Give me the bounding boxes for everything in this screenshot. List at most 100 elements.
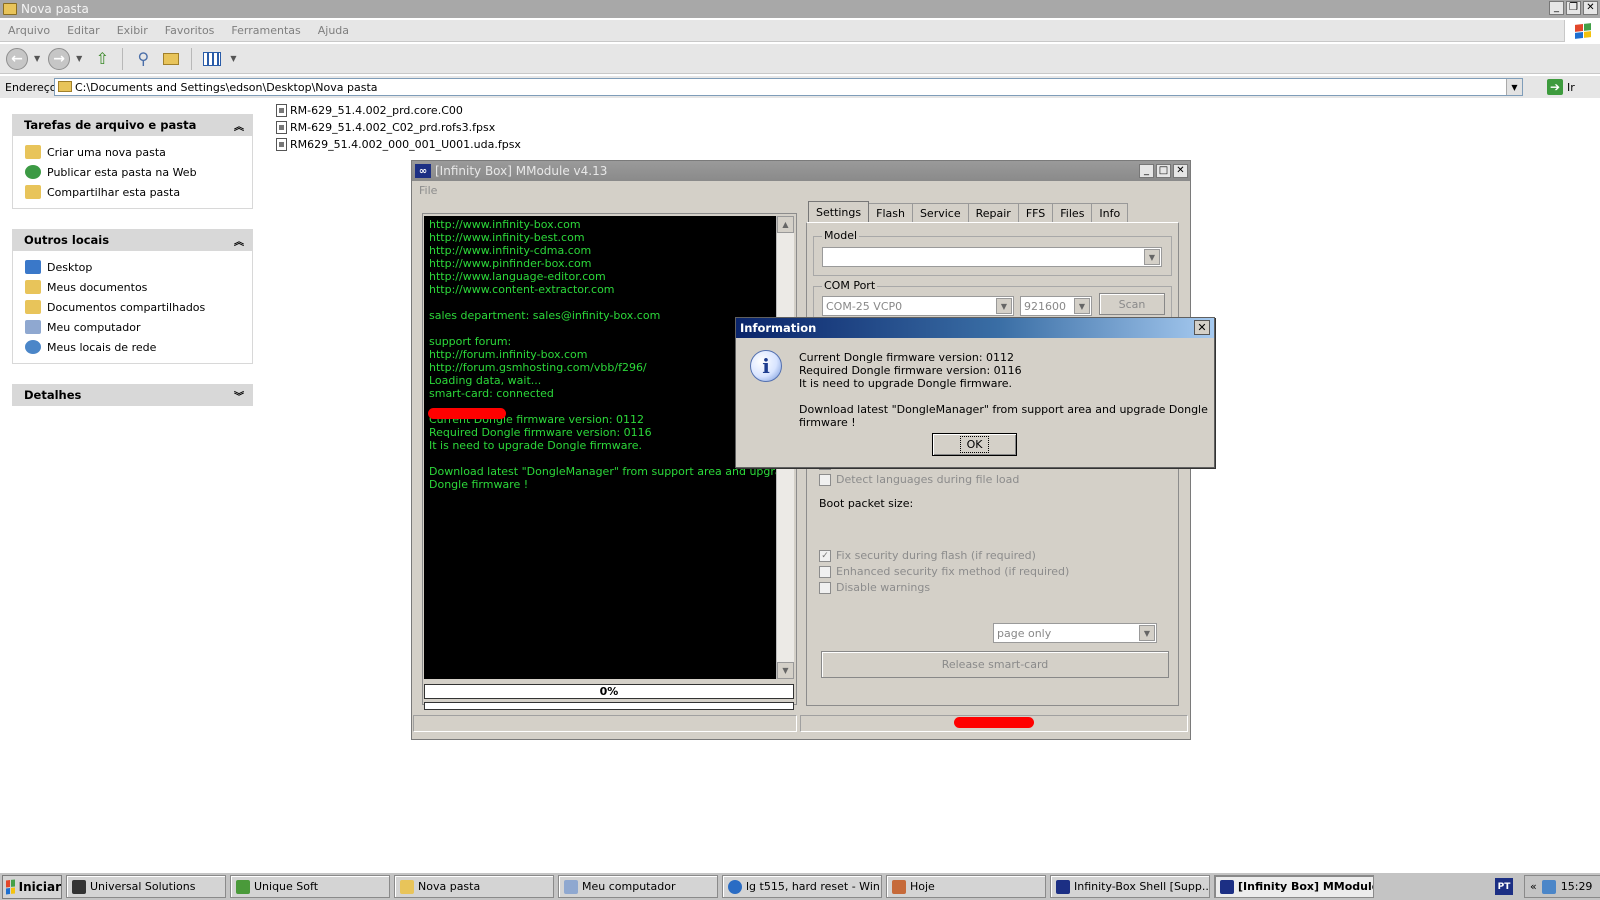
places-panel-header[interactable]: Outros locais ︽ [12, 229, 253, 251]
tab-files[interactable]: Files [1052, 203, 1093, 222]
minimize-button[interactable]: _ [1549, 1, 1564, 15]
detect-languages-checkbox[interactable]: Detect languages during file load [819, 473, 1019, 486]
progress-label: 0% [599, 685, 619, 698]
task-unique-soft[interactable]: Unique Soft [230, 875, 390, 898]
file-item[interactable]: RM629_51.4.002_000_001_U001.uda.fpsx [276, 136, 521, 152]
console-line: Required Dongle firmware version: 0116 [429, 426, 652, 439]
forward-dropdown-icon[interactable]: ▼ [76, 54, 82, 63]
collapse-icon[interactable]: ︽ [234, 233, 244, 248]
address-dropdown-icon[interactable]: ▼ [1506, 79, 1522, 95]
tab-ffs[interactable]: FFS [1017, 203, 1054, 222]
maximize-button[interactable]: □ [1156, 164, 1171, 178]
place-shared-documents[interactable]: Documentos compartilhados [25, 297, 252, 317]
expand-icon[interactable]: ︾ [234, 388, 244, 403]
ok-label: OK [959, 436, 990, 453]
menu-ajuda[interactable]: Ajuda [318, 24, 349, 37]
details-panel-header[interactable]: Detalhes ︾ [12, 384, 253, 406]
app-icon [72, 879, 86, 894]
enhanced-security-checkbox[interactable]: Enhanced security fix method (if require… [819, 565, 1069, 578]
go-button[interactable]: ➔ Ir [1547, 79, 1575, 95]
tab-settings[interactable]: Settings [808, 201, 870, 222]
file-icon [276, 120, 287, 134]
place-my-computer[interactable]: Meu computador [25, 317, 252, 337]
back-dropdown-icon[interactable]: ▼ [34, 54, 40, 63]
menu-favoritos[interactable]: Favoritos [165, 24, 215, 37]
ok-button[interactable]: OK [932, 433, 1017, 456]
browser-icon [728, 879, 742, 894]
language-indicator[interactable]: PT [1495, 878, 1513, 895]
scan-button[interactable]: Scan [1099, 293, 1165, 315]
views-dropdown-icon[interactable]: ▼ [230, 54, 236, 63]
release-smart-card-button[interactable]: Release smart-card [821, 651, 1169, 678]
task-nova-pasta[interactable]: Nova pasta [394, 875, 554, 898]
dialog-close-button[interactable]: ✕ [1194, 320, 1210, 335]
tray-expand-icon[interactable]: « [1530, 880, 1537, 893]
menu-ferramentas[interactable]: Ferramentas [231, 24, 300, 37]
information-dialog: Information ✕ i Current Dongle firmware … [735, 317, 1215, 468]
folder-icon [400, 879, 414, 894]
tab-flash[interactable]: Flash [868, 203, 913, 222]
dialog-line: Download latest "DongleManager" from sup… [799, 403, 1208, 429]
close-button[interactable]: ✕ [1583, 1, 1598, 15]
start-button[interactable]: Iniciar [2, 874, 62, 899]
tab-repair[interactable]: Repair [967, 203, 1019, 222]
search-icon[interactable]: ⚲ [131, 48, 155, 70]
task-meu-computador[interactable]: Meu computador [558, 875, 718, 898]
dialog-title: Information [740, 321, 817, 335]
tab-service[interactable]: Service [911, 203, 969, 222]
file-item[interactable]: RM-629_51.4.002_C02_prd.rofs3.fpsx [276, 119, 495, 135]
other-places-panel: Outros locais ︽ Desktop Meus documentos … [12, 229, 253, 364]
task-label: [Infinity Box] MModule [1238, 880, 1374, 893]
page-mode-select[interactable]: page only ▼ [993, 623, 1157, 643]
log-console[interactable]: http://www.infinity-box.com http://www.in… [424, 216, 776, 679]
menu-file[interactable]: File [412, 181, 1190, 199]
toolbar-separator [122, 47, 124, 70]
globe-icon [25, 165, 41, 179]
task-hoje[interactable]: Hoje [886, 875, 1046, 898]
com-port-select[interactable]: COM-25 VCP0 ▼ [822, 296, 1014, 316]
restore-button[interactable]: ❐ [1566, 1, 1581, 15]
task-infinity-shell[interactable]: Infinity-Box Shell [Supp... [1050, 875, 1210, 898]
tasks-panel-header[interactable]: Tarefas de arquivo e pasta ︽ [12, 114, 253, 136]
mmodule-title-bar[interactable]: ∞ [Infinity Box] MModule v4.13 _ □ ✕ [412, 161, 1190, 181]
explorer-title-bar[interactable]: Nova pasta _ ❐ ✕ [0, 0, 1600, 18]
place-my-documents[interactable]: Meus documentos [25, 277, 252, 297]
tab-strip: Settings Flash Service Repair FFS Files … [808, 201, 1129, 222]
collapse-icon[interactable]: ︽ [234, 118, 244, 133]
folder-icon [3, 3, 17, 15]
task-universal-solutions[interactable]: Universal Solutions [66, 875, 226, 898]
menu-editar[interactable]: Editar [67, 24, 100, 37]
disable-warnings-checkbox[interactable]: Disable warnings [819, 581, 930, 594]
task-share-folder[interactable]: Compartilhar esta pasta [25, 182, 252, 202]
baud-select[interactable]: 921600 ▼ [1020, 296, 1092, 316]
folders-icon[interactable] [159, 48, 183, 70]
dialog-title-bar[interactable]: Information ✕ [736, 318, 1214, 338]
tab-info[interactable]: Info [1091, 203, 1129, 222]
menu-arquivo[interactable]: Arquivo [8, 24, 50, 37]
address-input[interactable]: C:\Documents and Settings\edson\Desktop\… [54, 78, 1523, 96]
place-label: Meus locais de rede [47, 340, 157, 354]
task-infinity-mmodule[interactable]: [Infinity Box] MModule [1214, 875, 1374, 898]
close-button[interactable]: ✕ [1173, 164, 1188, 178]
dialog-line [799, 390, 1214, 403]
menu-exibir[interactable]: Exibir [117, 24, 148, 37]
model-label: Model [822, 229, 860, 242]
minimize-button[interactable]: _ [1139, 164, 1154, 178]
back-icon[interactable]: ← [6, 47, 28, 70]
place-network[interactable]: Meus locais de rede [25, 337, 252, 357]
model-select[interactable]: ▼ [822, 247, 1162, 267]
task-publish-web[interactable]: Publicar esta pasta na Web [25, 162, 252, 182]
folder-up-icon[interactable]: ⇧ [90, 48, 114, 70]
file-item[interactable]: RM-629_51.4.002_prd.core.C00 [276, 102, 463, 118]
network-icon[interactable] [1541, 879, 1556, 894]
forward-icon[interactable]: → [48, 47, 71, 70]
scroll-up-icon[interactable]: ▲ [777, 216, 794, 233]
task-browser[interactable]: lg t515, hard reset - Win... [722, 875, 882, 898]
place-desktop[interactable]: Desktop [25, 257, 252, 277]
views-icon[interactable] [200, 48, 224, 70]
fix-security-checkbox[interactable]: ✓ Fix security during flash (if required… [819, 549, 1036, 562]
new-folder-icon [25, 145, 41, 159]
scroll-down-icon[interactable]: ▼ [777, 662, 794, 679]
toolbar-separator [191, 47, 193, 70]
task-new-folder[interactable]: Criar uma nova pasta [25, 142, 252, 162]
